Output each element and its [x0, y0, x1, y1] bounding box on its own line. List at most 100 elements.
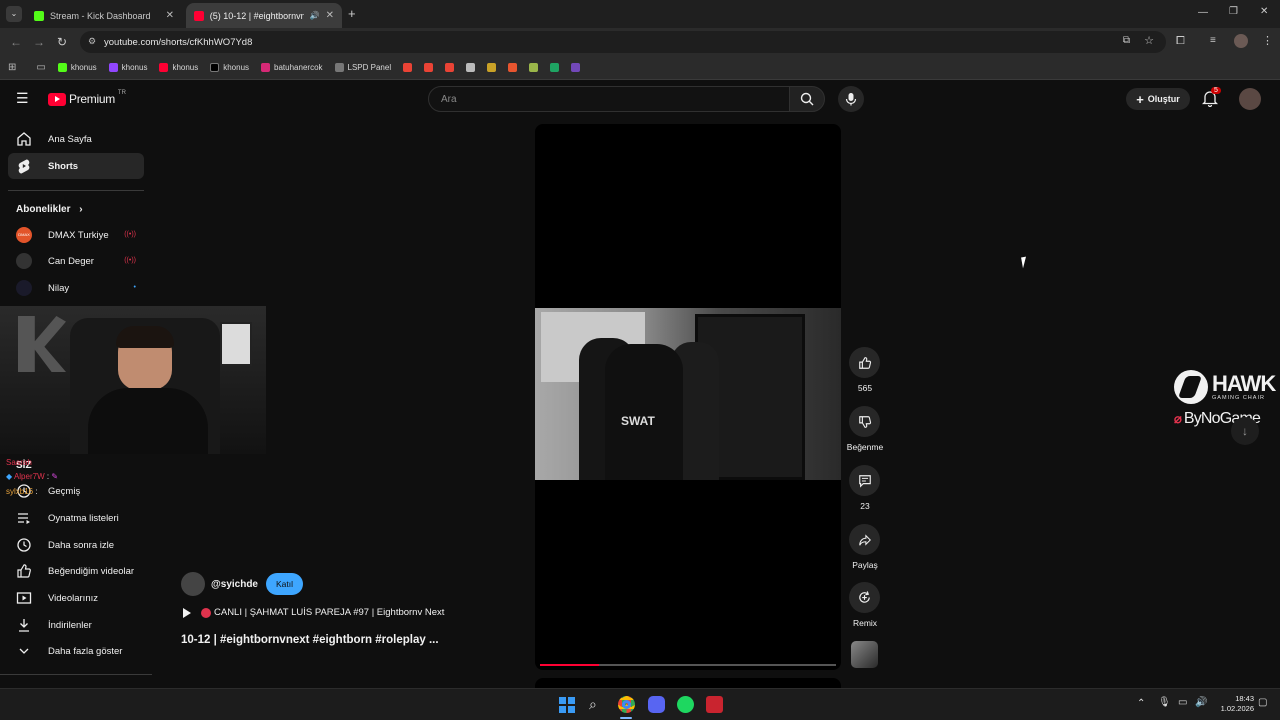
- install-icon[interactable]: ⧉: [1123, 35, 1130, 46]
- bookmark-label: khonus: [70, 63, 97, 72]
- forward-icon[interactable]: →: [33, 35, 45, 49]
- chevron-up-icon[interactable]: ⌃: [1137, 698, 1145, 709]
- shorts-video-player[interactable]: SWAT: [535, 124, 841, 670]
- bookmark-kick[interactable]: khonus: [57, 63, 97, 72]
- avatar: DMAX: [16, 227, 32, 243]
- notifications-button[interactable]: 5: [1201, 87, 1221, 112]
- search-icon: [800, 92, 814, 106]
- join-button[interactable]: Katıl: [266, 573, 304, 595]
- remix-button[interactable]: [849, 582, 880, 613]
- sidebar-item-dmax[interactable]: DMAX DMAX Turkiye ((•)): [8, 222, 144, 248]
- sidebar-item-home[interactable]: Ana Sayfa: [8, 126, 144, 152]
- bookmark-game-1[interactable]: [487, 63, 497, 72]
- subscriptions-header[interactable]: Abonelikler ›: [16, 204, 83, 215]
- site-info-icon[interactable]: ⚙: [88, 36, 96, 47]
- close-icon[interactable]: ✕: [166, 10, 174, 21]
- comments-button[interactable]: [849, 465, 880, 496]
- bookmark-instagram[interactable]: batuhanercok: [261, 63, 323, 72]
- sidebar-item-nilay[interactable]: Nilay •: [8, 275, 144, 301]
- bookmark-youtube[interactable]: khonus: [159, 63, 198, 72]
- minimize-icon[interactable]: —: [1198, 7, 1208, 18]
- webcam-overlay: [0, 306, 266, 454]
- tab-search-button[interactable]: ⌄: [6, 6, 22, 22]
- search-icon[interactable]: ⌕: [589, 696, 597, 713]
- sidebar-item-liked-videos[interactable]: Beğendiğim videolar: [8, 558, 144, 584]
- channel-name[interactable]: @syichde: [211, 579, 258, 590]
- bookmark-game-3[interactable]: [529, 63, 539, 72]
- bookmark-gmail-2[interactable]: [424, 63, 434, 72]
- url-input[interactable]: ⚙ youtube.com/shorts/cfKhhWO7Yd8 ⧉ ☆: [80, 31, 1166, 53]
- speaker-icon[interactable]: 🔊: [310, 11, 320, 20]
- account-avatar[interactable]: [1239, 88, 1261, 110]
- network-icon[interactable]: ▭: [1178, 697, 1187, 708]
- app-icon[interactable]: [706, 696, 723, 713]
- new-tab-button[interactable]: +: [348, 6, 356, 21]
- share-button[interactable]: [849, 524, 880, 555]
- apps-icon[interactable]: ⊞: [8, 62, 16, 73]
- bookmark-sheets[interactable]: [550, 63, 560, 72]
- tab-youtube-short[interactable]: (5) 10-12 | #eightbornvnext 🔊 ✕: [186, 3, 342, 28]
- bookmark-gmail-3[interactable]: [445, 63, 455, 72]
- hawk-logo-icon: [1174, 370, 1208, 404]
- sidebar-item-can-deger[interactable]: Can Deger ((•)): [8, 248, 144, 274]
- like-button[interactable]: [849, 347, 880, 378]
- star-icon[interactable]: ☆: [1144, 34, 1154, 47]
- profile-avatar[interactable]: [1234, 34, 1248, 48]
- bookmark-lspd[interactable]: LSPD Panel: [334, 63, 391, 72]
- sidebar-item-watch-later[interactable]: Daha sonra izle: [8, 532, 144, 558]
- spotify-icon[interactable]: [677, 696, 694, 713]
- discord-icon[interactable]: [648, 696, 665, 713]
- media-icon[interactable]: ≡: [1210, 35, 1216, 46]
- dislike-button[interactable]: [849, 406, 880, 437]
- bookmark-forms[interactable]: [571, 63, 581, 72]
- sidebar-item-show-more[interactable]: Daha fazla göster: [8, 638, 144, 664]
- bookmark-twitch[interactable]: khonus: [108, 63, 147, 72]
- voice-search-button[interactable]: [838, 86, 864, 112]
- sidebar-item-downloads[interactable]: İndirilenler: [8, 612, 144, 638]
- channel-avatar[interactable]: [181, 572, 205, 596]
- youtube-logo[interactable]: Premium TR: [48, 90, 126, 106]
- bookmark-x[interactable]: khonus: [210, 63, 249, 72]
- windows-start-icon[interactable]: [559, 697, 575, 713]
- back-icon[interactable]: ←: [10, 35, 22, 49]
- sidebar-item-your-videos[interactable]: Videolarınız: [8, 585, 144, 611]
- tab-title: Stream - Kick Dashboard: [50, 10, 151, 21]
- chrome-icon[interactable]: [618, 696, 635, 713]
- youtube-icon: [159, 63, 169, 72]
- clock[interactable]: 18:43 1.02.2026: [1212, 694, 1254, 714]
- scroll-down-button[interactable]: ↓: [1231, 417, 1259, 445]
- reload-icon[interactable]: ↻: [57, 35, 67, 49]
- badge-icon: [334, 63, 344, 72]
- video-icon: [16, 592, 32, 604]
- sound-thumbnail[interactable]: [851, 641, 878, 668]
- volume-icon[interactable]: 🔊: [1195, 697, 1207, 708]
- folder-icon[interactable]: ▭: [36, 62, 45, 73]
- extensions-icon[interactable]: ⧠: [1176, 35, 1185, 48]
- linked-video[interactable]: CANLI | ŞAHMAT LUİS PAREJA #97 | Eightbo…: [183, 607, 444, 618]
- hamburger-icon[interactable]: ☰: [16, 90, 29, 107]
- menu-icon[interactable]: ⋮: [1262, 34, 1273, 47]
- sidebar-item-label: Daha sonra izle: [48, 540, 115, 551]
- sidebar-item-shorts[interactable]: Shorts: [8, 153, 144, 179]
- search-input[interactable]: Ara: [428, 86, 790, 112]
- poster: [220, 322, 252, 366]
- address-bar-row: ← → ↻ ⚙ youtube.com/shorts/cfKhhWO7Yd8 ⧉…: [0, 28, 1280, 56]
- mic-icon[interactable]: 🎙: [1158, 697, 1171, 708]
- avatar: [16, 280, 32, 296]
- notification-center-icon[interactable]: ▢: [1258, 697, 1267, 708]
- avatar: [16, 253, 32, 269]
- shorts-icon: [18, 159, 30, 174]
- kick-icon: [34, 10, 44, 21]
- bookmark-game-2[interactable]: [508, 63, 518, 72]
- search-button[interactable]: [789, 86, 825, 112]
- clock-time: 18:43: [1235, 694, 1254, 703]
- bookmark-gmail-1[interactable]: [403, 63, 413, 72]
- window-close-icon[interactable]: ✕: [1260, 6, 1268, 17]
- maximize-icon[interactable]: ❐: [1229, 6, 1238, 17]
- progress-track[interactable]: [540, 664, 836, 666]
- close-icon[interactable]: ✕: [326, 10, 334, 21]
- create-button[interactable]: + Oluştur: [1126, 88, 1190, 110]
- sidebar-item-playlists[interactable]: Oynatma listeleri: [8, 505, 144, 531]
- tab-kick-dashboard[interactable]: Stream - Kick Dashboard ✕: [26, 3, 182, 28]
- bookmark-doc[interactable]: [466, 63, 476, 72]
